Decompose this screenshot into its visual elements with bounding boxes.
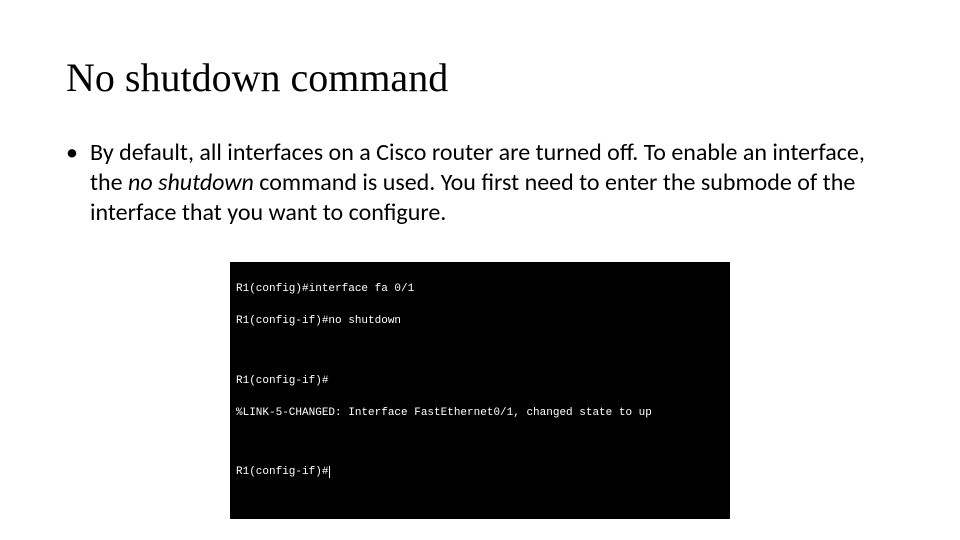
bullet-text-emphasis: no shutdown — [128, 168, 254, 197]
terminal-line: R1(config)#interface fa 0/1 — [236, 282, 724, 298]
terminal-prompt-line: R1(config-if)# — [236, 465, 724, 481]
terminal-line: R1(config-if)# — [236, 374, 724, 390]
terminal-blank-line — [236, 346, 724, 358]
cursor-icon — [329, 466, 330, 478]
slide-title: No shutdown command — [66, 56, 894, 100]
terminal-line: R1(config-if)#no shutdown — [236, 314, 724, 330]
terminal-blank-line — [236, 437, 724, 449]
terminal-line: %LINK-5-CHANGED: Interface FastEthernet0… — [236, 406, 724, 422]
terminal-screenshot: R1(config)#interface fa 0/1 R1(config-if… — [230, 262, 730, 519]
bullet-item: By default, all interfaces on a Cisco ro… — [66, 138, 894, 228]
terminal-prompt: R1(config-if)# — [236, 466, 328, 478]
bullet-list: By default, all interfaces on a Cisco ro… — [66, 138, 894, 228]
slide: No shutdown command By default, all inte… — [0, 0, 960, 540]
